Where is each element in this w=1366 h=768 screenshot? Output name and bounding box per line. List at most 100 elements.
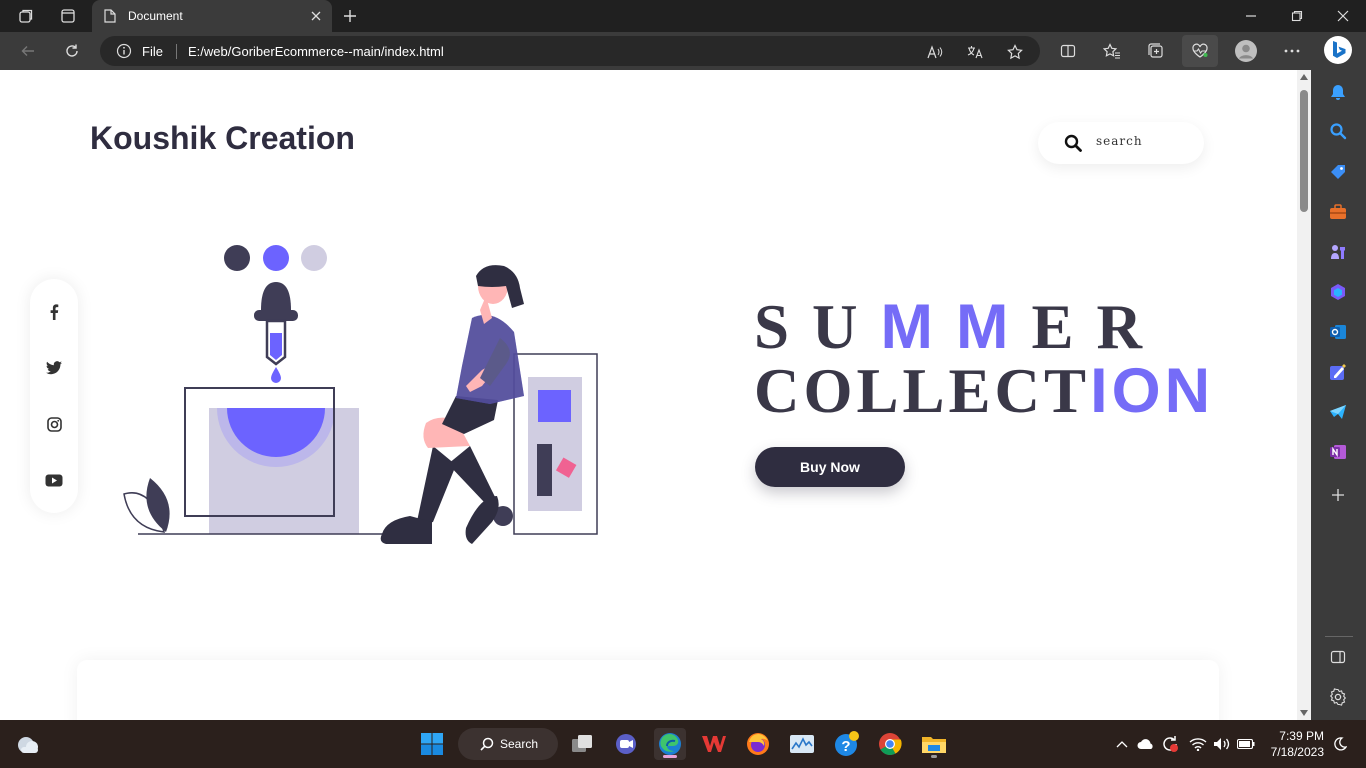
firefox-icon[interactable] bbox=[742, 728, 774, 760]
buy-now-button[interactable]: Buy Now bbox=[755, 447, 905, 487]
notification-moon-icon[interactable] bbox=[1330, 734, 1350, 754]
site-brand[interactable]: Koushik Creation bbox=[90, 120, 355, 157]
profile-avatar[interactable] bbox=[1230, 35, 1262, 67]
outlook-icon[interactable] bbox=[1325, 319, 1351, 345]
search-input[interactable] bbox=[1094, 133, 1190, 149]
show-hidden-icons-chevron-icon[interactable] bbox=[1112, 734, 1132, 754]
plant bbox=[123, 478, 170, 533]
translate-icon[interactable] bbox=[964, 41, 986, 63]
headline-collection-part1: COLLECT bbox=[754, 356, 1091, 426]
headline-summer-part2: ER bbox=[1031, 292, 1166, 362]
instagram-icon[interactable] bbox=[42, 412, 66, 436]
workspaces-icon[interactable] bbox=[8, 0, 44, 32]
dot-light bbox=[301, 245, 327, 271]
task-view-icon[interactable] bbox=[566, 728, 598, 760]
cabinet bbox=[513, 353, 598, 535]
headline-summer-accent: MM bbox=[880, 292, 1032, 362]
read-aloud-icon[interactable] bbox=[924, 41, 946, 63]
bing-copilot-icon[interactable] bbox=[1322, 34, 1354, 66]
page-scrollbar[interactable] bbox=[1297, 70, 1311, 720]
wifi-icon[interactable] bbox=[1188, 734, 1208, 754]
running-app-indicator bbox=[931, 755, 937, 758]
teams-chat-icon[interactable] bbox=[610, 728, 642, 760]
scroll-up-arrow-icon[interactable] bbox=[1300, 74, 1308, 80]
search-box[interactable] bbox=[1038, 122, 1204, 164]
web-page: Koushik Creation search SUMMER COLLECTIO… bbox=[0, 70, 1297, 720]
headline-summer-part1: SU bbox=[754, 292, 881, 362]
back-icon[interactable] bbox=[12, 35, 44, 67]
address-bar[interactable]: File E:/web/GoriberEcommerce--main/index… bbox=[100, 36, 1040, 66]
minimize-icon[interactable] bbox=[1228, 0, 1274, 32]
youtube-icon[interactable] bbox=[42, 468, 66, 492]
refresh-icon[interactable] bbox=[56, 35, 88, 67]
taskbar-search[interactable]: Search bbox=[458, 728, 558, 760]
weather-icon[interactable] bbox=[12, 728, 44, 760]
twitter-icon[interactable] bbox=[42, 356, 66, 380]
edge-sidebar bbox=[1311, 70, 1366, 720]
clock-date: 7/18/2023 bbox=[1270, 745, 1324, 759]
info-icon[interactable] bbox=[116, 43, 132, 64]
notification-bell-icon[interactable] bbox=[1325, 79, 1351, 105]
send-telegram-icon[interactable] bbox=[1325, 399, 1351, 425]
person bbox=[380, 265, 524, 544]
restore-icon[interactable] bbox=[1274, 0, 1320, 32]
tab-strip: Document bbox=[0, 0, 1366, 32]
close-window-icon[interactable] bbox=[1320, 0, 1366, 32]
sidebar-divider bbox=[1325, 636, 1353, 637]
facebook-icon[interactable] bbox=[42, 300, 66, 324]
favorite-star-icon[interactable] bbox=[1004, 41, 1026, 63]
address-protocol: File bbox=[142, 44, 163, 59]
favorites-icon[interactable] bbox=[1096, 35, 1128, 67]
collections-icon[interactable] bbox=[1140, 35, 1172, 67]
battery-icon[interactable] bbox=[1236, 734, 1256, 754]
dot-accent bbox=[263, 245, 289, 271]
taskbar-search-label: Search bbox=[500, 737, 539, 751]
close-tab-icon[interactable] bbox=[310, 9, 322, 27]
clock-time: 7:39 PM bbox=[1279, 729, 1324, 743]
social-links bbox=[30, 279, 78, 513]
active-app-indicator bbox=[663, 755, 677, 758]
copilot-m365-icon[interactable] bbox=[1325, 279, 1351, 305]
dropper bbox=[254, 282, 298, 383]
hero-illustration bbox=[123, 245, 598, 544]
tab-actions-icon[interactable] bbox=[50, 0, 86, 32]
split-screen-icon[interactable] bbox=[1052, 35, 1084, 67]
scrollbar-thumb[interactable] bbox=[1300, 90, 1308, 212]
system-clock[interactable]: 7:39 PM 7/18/2023 bbox=[1262, 728, 1324, 760]
edge-taskbar-icon[interactable] bbox=[654, 728, 686, 760]
performance-monitor-icon[interactable] bbox=[786, 728, 818, 760]
wps-office-icon[interactable] bbox=[698, 728, 730, 760]
scroll-down-arrow-icon[interactable] bbox=[1300, 710, 1308, 716]
content-card bbox=[77, 660, 1219, 720]
help-tips-icon[interactable]: ? bbox=[830, 728, 862, 760]
svg-text:?: ? bbox=[841, 738, 850, 755]
onenote-icon[interactable] bbox=[1325, 439, 1351, 465]
windows-start-icon[interactable] bbox=[416, 728, 448, 760]
sync-status-icon[interactable] bbox=[1160, 734, 1180, 754]
sidebar-settings-gear-icon[interactable] bbox=[1325, 684, 1351, 710]
browser-toolbar: File E:/web/GoriberEcommerce--main/index… bbox=[0, 32, 1366, 70]
headline-summer: SUMMER bbox=[754, 296, 1165, 359]
volume-icon[interactable] bbox=[1212, 734, 1232, 754]
file-explorer-icon[interactable] bbox=[918, 728, 950, 760]
shopping-tag-icon[interactable] bbox=[1325, 159, 1351, 185]
hide-sidebar-icon[interactable] bbox=[1325, 644, 1351, 670]
new-tab-icon[interactable] bbox=[338, 4, 362, 28]
games-icon[interactable] bbox=[1325, 239, 1351, 265]
designer-icon[interactable] bbox=[1325, 359, 1351, 385]
dot-dark bbox=[224, 245, 250, 271]
more-menu-icon[interactable] bbox=[1276, 35, 1308, 67]
add-sidebar-app-icon[interactable] bbox=[1325, 482, 1351, 508]
tab-title: Document bbox=[128, 9, 183, 23]
onedrive-cloud-icon[interactable] bbox=[1136, 734, 1156, 754]
search-icon bbox=[480, 737, 494, 756]
chrome-icon[interactable] bbox=[874, 728, 906, 760]
tools-briefcase-icon[interactable] bbox=[1325, 199, 1351, 225]
browser-essentials-icon[interactable] bbox=[1182, 35, 1218, 67]
tab-document[interactable]: Document bbox=[92, 0, 332, 32]
search-icon[interactable] bbox=[1325, 118, 1351, 144]
address-url[interactable]: E:/web/GoriberEcommerce--main/index.html bbox=[188, 44, 444, 59]
search-icon[interactable] bbox=[1064, 134, 1082, 157]
headline-collection: COLLECTION bbox=[754, 360, 1214, 423]
headline-collection-accent: ION bbox=[1090, 356, 1215, 426]
